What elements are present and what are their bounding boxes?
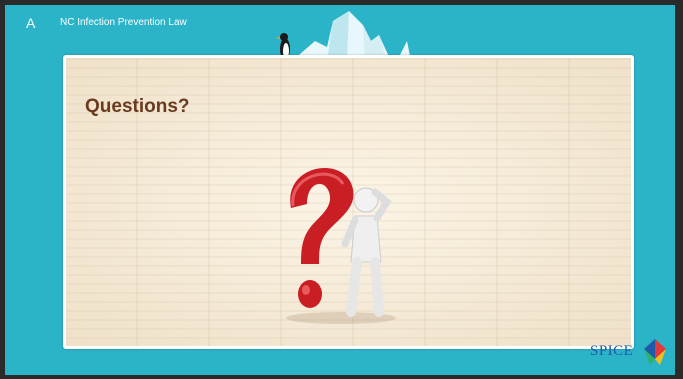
slide: A NC Infection Prevention Law Questions? xyxy=(5,5,675,375)
iceberg-icon xyxy=(292,11,411,61)
thinking-figure-icon xyxy=(341,187,392,317)
question-illustration xyxy=(286,167,396,324)
slide-header-title: NC Infection Prevention Law xyxy=(60,17,187,28)
slide-letter: A xyxy=(26,15,36,31)
logo-name: SPICE xyxy=(590,343,634,359)
panel-title: Questions? xyxy=(85,96,190,117)
spice-logo: SPICE xyxy=(590,337,670,373)
spice-logo-icon xyxy=(644,339,666,365)
iceberg-penguin-decoration xyxy=(275,11,411,61)
content-panel: Questions? xyxy=(63,55,634,349)
